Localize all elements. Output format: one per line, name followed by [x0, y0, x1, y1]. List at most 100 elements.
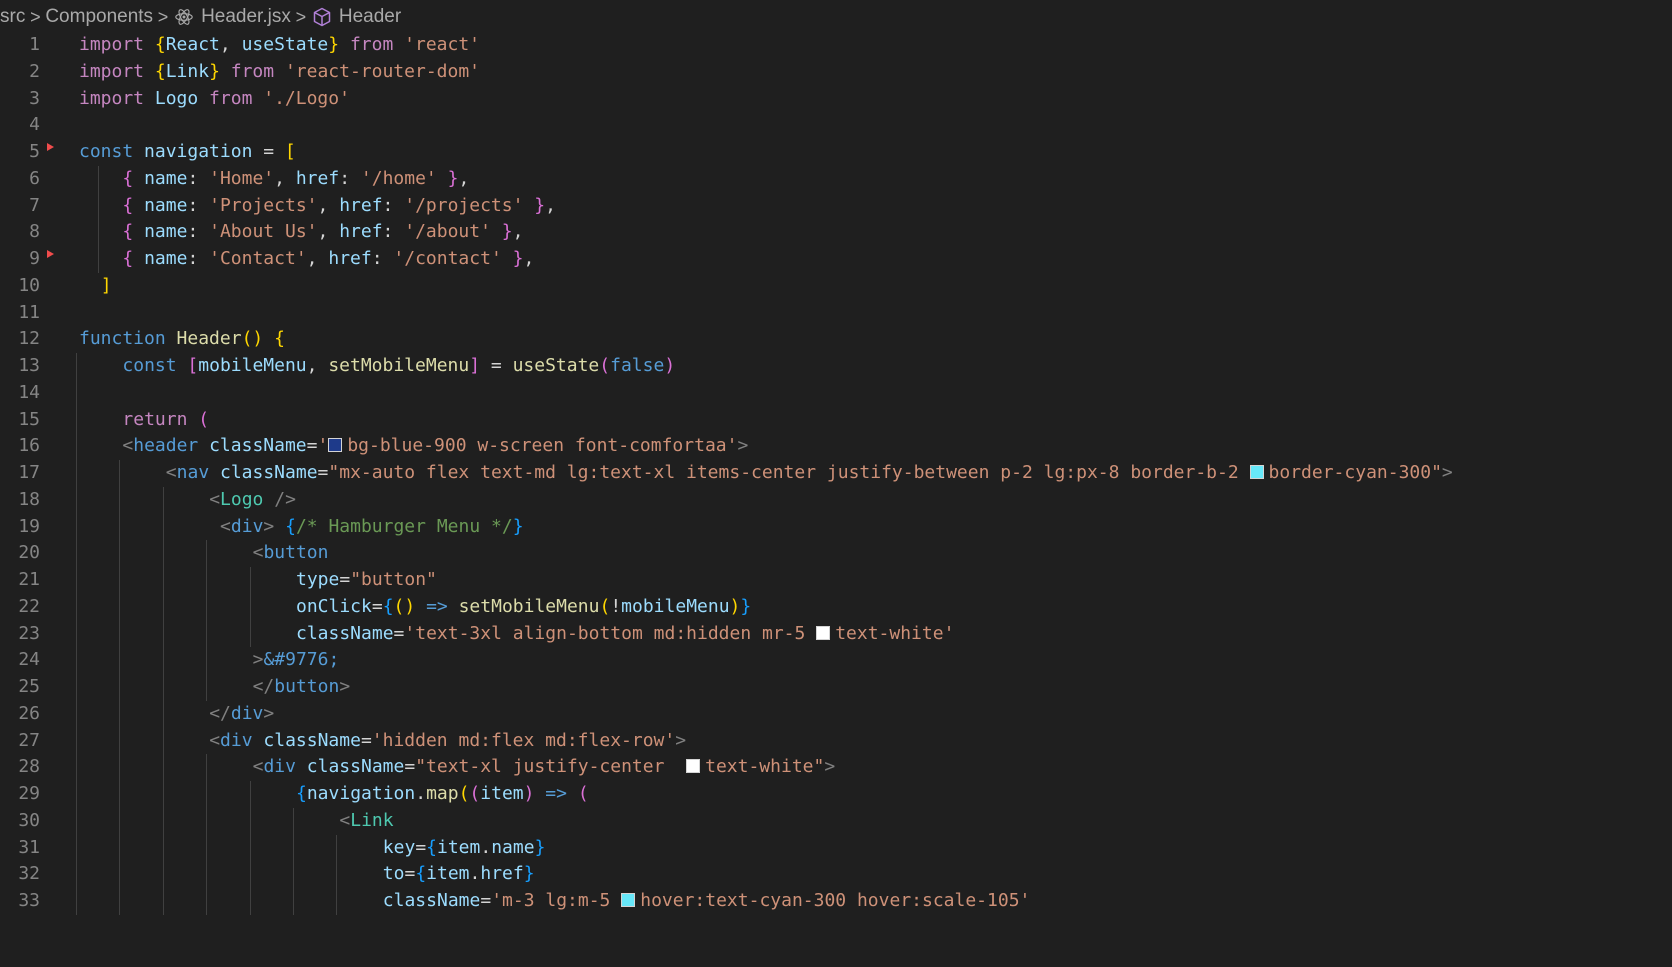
- line-number: 1: [29, 34, 40, 55]
- code-token: =: [306, 435, 318, 457]
- breadcrumb-item-components[interactable]: Components: [45, 6, 153, 28]
- indent-guide: [97, 219, 99, 246]
- code-line[interactable]: 15 return (: [0, 406, 1672, 434]
- indent-guide: [76, 647, 77, 674]
- code-line[interactable]: 4: [0, 112, 1672, 139]
- code-editor[interactable]: 1 import {React, useState} from 'react' 2 i…: [0, 32, 1672, 967]
- code-token: >: [737, 435, 749, 457]
- code-token: =: [415, 836, 427, 858]
- code-line[interactable]: 9 { name: 'Contact', href: '/contact' },: [0, 246, 1672, 273]
- code-token: <: [252, 542, 264, 564]
- code-line[interactable]: 14: [0, 379, 1672, 407]
- indent-guide: [162, 567, 164, 594]
- code-token: name: [144, 248, 188, 269]
- code-token: ,: [458, 167, 470, 189]
- code-token: .: [415, 783, 427, 804]
- code-token: :: [339, 167, 361, 189]
- line-number: 21: [18, 569, 40, 590]
- code-line[interactable]: 2 import {Link} from 'react-router-dom': [0, 59, 1672, 86]
- code-token: >: [263, 515, 286, 537]
- color-swatch-icon[interactable]: [816, 625, 831, 640]
- code-line[interactable]: 24 >&#9776;: [0, 647, 1672, 674]
- breadcrumb-separator-icon: >: [157, 6, 169, 27]
- code-token: ,: [306, 355, 329, 376]
- indent-guide: [206, 647, 208, 674]
- indent-guide: [119, 460, 121, 487]
- code-token: ): [729, 595, 741, 617]
- indent-guide: [119, 700, 121, 728]
- code-token: className: [306, 756, 405, 778]
- code-token: from: [219, 60, 285, 82]
- code-text: className='m-3 lg:m-5 hover:text-cyan-30…: [383, 888, 1031, 915]
- code-line[interactable]: 27 <div className='hidden md:flex md:flex…: [0, 727, 1672, 755]
- code-line[interactable]: 17 <nav className="mx-auto flex text-md l…: [0, 460, 1672, 487]
- indent-guide: [76, 567, 77, 594]
- code-token: /* Hamburger Menu */: [295, 515, 513, 537]
- code-token: .: [480, 836, 492, 858]
- code-token: className: [209, 435, 307, 457]
- code-text: <div> {/* Hamburger Menu */}: [220, 514, 523, 541]
- indent-guide: [206, 620, 208, 648]
- code-line[interactable]: 6 { name: 'Home', href: '/home' },: [0, 165, 1672, 193]
- code-line[interactable]: 3 import Logo from './Logo': [0, 86, 1672, 113]
- code-line[interactable]: 11: [0, 300, 1672, 327]
- code-text: to={item.href}: [383, 861, 535, 888]
- color-swatch-icon[interactable]: [621, 893, 636, 907]
- indent-guide: [162, 781, 164, 808]
- line-number: 13: [18, 355, 40, 376]
- code-line[interactable]: 25 </button>: [0, 674, 1672, 701]
- code-token: >: [675, 729, 687, 751]
- code-line[interactable]: 31 key={item.name}: [0, 834, 1672, 862]
- code-token: 'm-3 lg:m-5: [491, 890, 622, 911]
- code-line[interactable]: 1 import {React, useState} from 'react': [0, 32, 1672, 59]
- code-token: React: [165, 34, 220, 55]
- code-line[interactable]: 19 <div> {/* Hamburger Menu */}: [0, 513, 1672, 541]
- code-token: }: [490, 221, 513, 243]
- gutter-diff-marker-icon[interactable]: [47, 143, 54, 151]
- gutter-diff-marker-icon[interactable]: [47, 250, 54, 258]
- line-number: 16: [18, 435, 40, 457]
- code-line[interactable]: 7 { name: 'Projects', href: '/projects' }…: [0, 192, 1672, 220]
- indent-guide: [119, 807, 121, 835]
- indent-guide: [162, 807, 164, 835]
- code-text: { name: 'Contact', href: '/contact' },: [122, 246, 534, 273]
- code-text: className='text-3xl align-bottom md:hidd…: [296, 621, 954, 648]
- code-line[interactable]: 30 <Link: [0, 807, 1672, 835]
- code-line[interactable]: 23 className='text-3xl align-bottom md:hi…: [0, 620, 1672, 648]
- code-line[interactable]: 21 type="button": [0, 567, 1672, 594]
- color-swatch-icon[interactable]: [686, 759, 701, 774]
- code-line[interactable]: 29 {navigation.map((item) => (: [0, 781, 1672, 808]
- code-line[interactable]: 10]: [0, 273, 1672, 300]
- breadcrumb-item-src[interactable]: src: [0, 6, 25, 28]
- code-token: Link: [350, 809, 394, 831]
- code-line[interactable]: 5 const navigation = [: [0, 139, 1672, 166]
- code-token: '/home': [360, 167, 437, 189]
- breadcrumb-item-header-jsx[interactable]: Header.jsx: [201, 6, 291, 28]
- code-token: (: [198, 408, 210, 430]
- color-swatch-icon[interactable]: [328, 438, 343, 453]
- indent-guide: [119, 486, 121, 514]
- color-swatch-icon[interactable]: [1249, 465, 1264, 479]
- code-token: 'react': [404, 34, 481, 55]
- code-token: (: [577, 783, 589, 804]
- code-line[interactable]: 22 onClick={() => setMobileMenu(!mobileMe…: [0, 593, 1672, 621]
- code-line[interactable]: 26 </div>: [0, 700, 1672, 728]
- code-line[interactable]: 28 <div className="text-xl justify-center…: [0, 754, 1672, 781]
- code-token: href: [339, 221, 383, 243]
- code-line[interactable]: 12 function Header() {: [0, 326, 1672, 353]
- code-line[interactable]: 33 className='m-3 lg:m-5 hover:text-cyan-…: [0, 888, 1672, 915]
- indent-guide: [97, 192, 99, 220]
- code-line[interactable]: 16 <header className=' bg-blue-900 w-scree…: [0, 433, 1672, 460]
- code-line[interactable]: 13 const [mobileMenu, setMobileMenu] = us…: [0, 353, 1672, 380]
- indent-guide: [97, 246, 99, 273]
- code-line[interactable]: 8 { name: 'About Us', href: '/about' },: [0, 219, 1672, 246]
- code-line[interactable]: 32 to={item.href}: [0, 861, 1672, 888]
- code-token: =: [360, 729, 372, 751]
- code-token: className: [263, 729, 361, 751]
- line-number: 7: [29, 194, 40, 216]
- breadcrumb-item-header[interactable]: Header: [339, 6, 401, 28]
- code-line[interactable]: 18 <Logo />: [0, 486, 1672, 514]
- indent-guide: [76, 433, 77, 460]
- indent-guide: [162, 513, 164, 541]
- code-line[interactable]: 20 <button: [0, 540, 1672, 567]
